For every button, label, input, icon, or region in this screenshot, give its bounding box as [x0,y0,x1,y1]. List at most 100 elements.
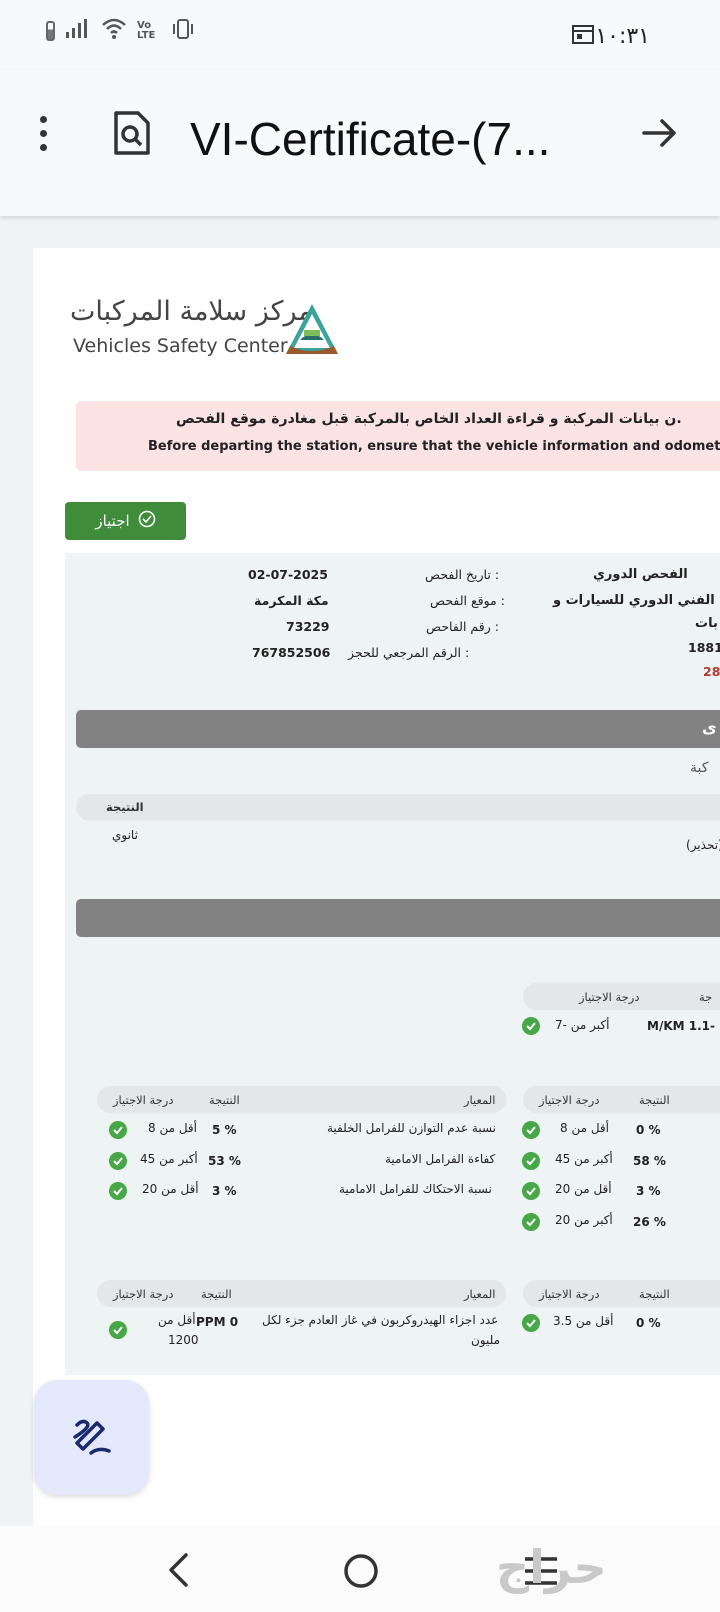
location-label: موقع الفحص : [430,593,505,608]
brake-threshold: أقل من 20 [555,1182,612,1196]
brake-criterion: كفاءة الفرامل الامامية [385,1152,496,1166]
vehicle-safety-logo-icon [282,300,342,364]
result-header: النتيجة [201,1287,232,1301]
alert-text-english: Before departing the station, ensure tha… [148,439,720,454]
status-time: ١٠:٣١ [595,24,650,49]
inspection-type-line3: بات [695,616,718,631]
brake-threshold: أقل من 8 [560,1121,609,1135]
emission-threshold-line2: 1200 [168,1333,199,1347]
check-icon [522,1213,540,1231]
section-header-text: ى [702,718,717,737]
test-threshold: أكبر من -7 [555,1018,610,1032]
inspector-value: 73229 [286,619,330,634]
reference-label: الرقم المرجعي للحجز : [348,645,470,660]
document-search-icon[interactable] [112,110,152,160]
inspector-label: رقم الفاحص : [426,619,499,634]
result-header-partial: جة [699,990,713,1004]
brakes-table-header: درجة الاجتياز النتيجة المعيار [97,1086,506,1113]
section-header-bar: ى [76,710,720,748]
watermark-logo: حراج [496,1540,607,1594]
check-icon [109,1121,127,1139]
brake-result: 26 % [633,1215,666,1229]
warning-alert: ن بيانات المركبة و قراءة العداد الخاص با… [76,401,720,471]
calendar-icon [572,24,594,48]
criterion-header: المعيار [464,1093,496,1107]
wifi-icon [101,18,127,44]
arrow-forward-icon[interactable] [640,113,680,157]
reference-value: 767852506 [252,645,331,660]
test-header-row: درجة الاجتياز جة [523,983,720,1010]
pass-criteria-header: درجة الاجتياز [579,990,640,1004]
brake-criterion: نسبة عدم التوازن للفرامل الخلفية [327,1121,497,1135]
result-header: النتيجة [639,1287,670,1301]
back-icon[interactable] [166,1552,190,1592]
brake-result: 58 % [633,1154,666,1168]
check-icon [522,1182,540,1200]
check-icon [109,1152,127,1170]
partial-number: 1881 [688,640,720,655]
brake-threshold: أقل من 20 [142,1182,199,1196]
check-icon [109,1182,127,1200]
signal-icon [65,18,91,44]
emissions-table-header: درجة الاجتياز النتيجة المعيار [97,1280,506,1307]
check-icon [522,1121,540,1139]
pass-criteria-header: درجة الاجتياز [539,1287,600,1301]
partial-red-number: 28 [703,664,720,679]
check-icon [522,1017,540,1035]
section-header-bar-2 [76,899,720,937]
more-options-icon[interactable] [40,116,50,158]
result-header: النتيجة [209,1093,240,1107]
date-label: تاريخ الفحص : [425,567,500,582]
emission-threshold: أقل من 3.5 [553,1314,614,1328]
test-result: M/KM 1.1- [647,1019,715,1033]
brakes-table-header-2: درجة الاجتياز النتيجة [523,1086,720,1113]
section-subtitle: كبة [690,760,709,776]
pass-criteria-header: درجة الاجتياز [113,1287,174,1301]
vibrate-icon [171,18,195,44]
warning-text: (تحذير) [686,838,720,852]
result-value: ثانوي [112,828,138,842]
location-value: مكة المكرمة [254,593,329,608]
emission-threshold-line1: أقل من [158,1313,196,1327]
edit-annotate-button[interactable] [34,1380,149,1495]
brake-result: 53 % [208,1154,241,1168]
emission-criterion-line2: مليون [471,1333,501,1347]
check-icon [522,1152,540,1170]
status-icons: Vo LTE [46,18,195,44]
brake-result: 3 % [212,1184,237,1198]
alert-text-arabic: ن بيانات المركبة و قراءة العداد الخاص با… [176,411,682,427]
check-circle-icon [138,510,156,532]
result-header-row: النتيجة [76,794,720,821]
emissions-table-header-2: درجة الاجتياز النتيجة [523,1280,720,1307]
emission-result: PPM 0 [196,1315,239,1329]
document-title: VI-Certificate-(7... [190,113,551,165]
pass-criteria-header: درجة الاجتياز [113,1093,174,1107]
date-value: 02-07-2025 [248,567,328,582]
inspection-type-line2: ن الفني الدوري للسيارات و [553,593,720,608]
pass-badge: اجتياز [65,502,186,540]
pass-label: اجتياز [95,512,130,530]
battery-icon [46,21,55,41]
criterion-header: المعيار [464,1287,496,1301]
brake-threshold: أقل من 8 [148,1121,197,1135]
brake-criterion: نسبة الاحتكاك للفرامل الامامية [339,1182,492,1196]
logo-english: Vehicles Safety Center [73,335,288,357]
home-icon[interactable] [342,1552,380,1594]
brake-threshold: أكبر من 45 [555,1152,613,1166]
logo-arabic: مركز سلامة المركبات [70,296,313,327]
lte-indicator: Vo LTE [137,20,156,41]
result-header: النتيجة [639,1093,670,1107]
inspection-type-line1: الفحص الدوري [593,567,688,582]
pen-draw-icon [69,1413,115,1463]
brake-threshold: أكبر من 20 [555,1213,613,1227]
pass-criteria-header: درجة الاجتياز [539,1093,600,1107]
brake-result: 0 % [636,1123,661,1137]
brake-result: 3 % [636,1184,661,1198]
check-icon [109,1321,127,1339]
brake-result: 5 % [212,1123,237,1137]
check-icon [522,1314,540,1332]
emission-result: 0 % [636,1316,661,1330]
emission-criterion-line1: عدد اجزاء الهيدروكربون في غاز العادم جزء… [262,1313,499,1327]
result-header-label: النتيجة [106,800,144,814]
brake-threshold: أكبر من 45 [140,1152,198,1166]
